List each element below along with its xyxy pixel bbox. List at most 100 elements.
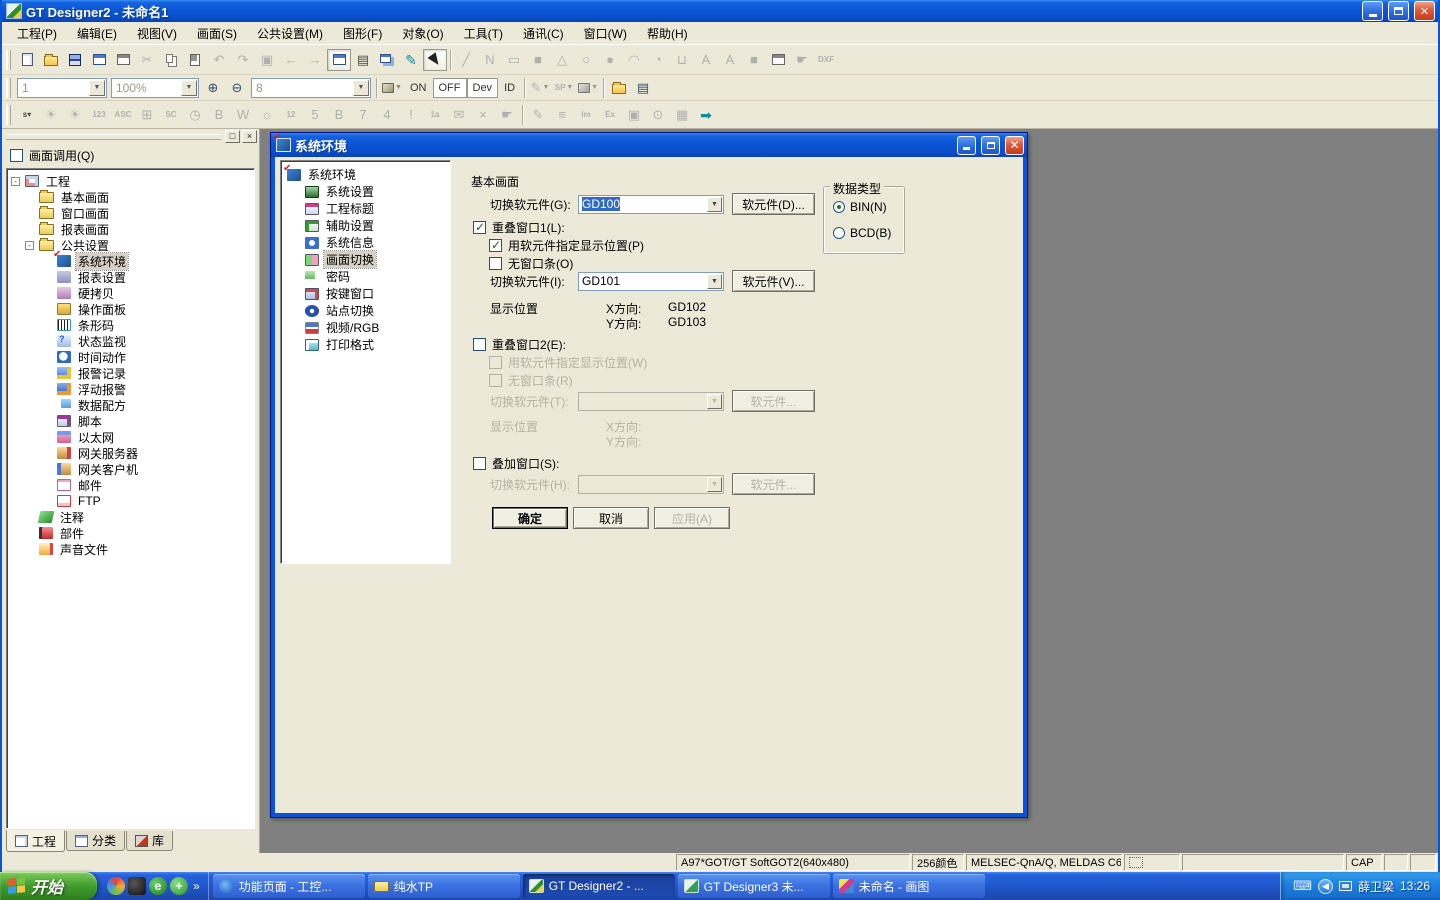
template-list-icon[interactable]: ▤ <box>351 49 375 71</box>
dialog-tree-item[interactable]: 站点切换 <box>281 302 450 319</box>
next-screen-icon[interactable]: ➡ <box>694 104 718 126</box>
back-icon[interactable]: ← <box>279 49 303 71</box>
menu-item[interactable]: 工程(P) <box>8 23 66 44</box>
logo-text-icon[interactable]: A <box>718 49 742 71</box>
select-cursor-icon[interactable] <box>423 49 447 71</box>
alarm-popup-icon[interactable]: 4 <box>375 104 399 126</box>
pen-icon[interactable]: ✎ <box>399 49 423 71</box>
paste-icon[interactable] <box>183 49 207 71</box>
messenger-icon[interactable] <box>107 877 125 895</box>
alarm-list-icon[interactable]: 7 <box>351 104 375 126</box>
undo-icon[interactable]: ↶ <box>207 49 231 71</box>
tree-item[interactable]: 数据配方 <box>7 397 254 413</box>
ellipse-icon[interactable]: ○ <box>574 49 598 71</box>
filled-ellipse-icon[interactable]: ● <box>598 49 622 71</box>
dev-button[interactable]: Dev <box>467 78 499 98</box>
taskbar-task-button[interactable]: 未命名 - 画图 <box>833 874 985 898</box>
tree-item[interactable]: 以太网 <box>7 429 254 445</box>
dxf-icon[interactable]: DXF <box>814 49 838 71</box>
fill-color-icon[interactable]: ▼ <box>380 77 404 99</box>
save-icon[interactable] <box>63 49 87 71</box>
screen-copy-icon[interactable] <box>111 49 135 71</box>
panel-tab[interactable]: 库 <box>126 831 173 851</box>
menu-item[interactable]: 编辑(E) <box>68 23 126 44</box>
overlap1-nobar-checkbox[interactable] <box>489 257 502 270</box>
export-icon[interactable]: Ex <box>598 104 622 126</box>
browser-icon[interactable]: e <box>149 877 167 895</box>
media-app-icon[interactable] <box>128 877 146 895</box>
paint-area-icon[interactable]: ■ <box>742 49 766 71</box>
menu-item[interactable]: 图形(F) <box>334 23 391 44</box>
radio-bin[interactable]: BIN(N) <box>833 200 887 214</box>
screen-number-combo[interactable]: 1▼ <box>17 78 107 98</box>
menu-item[interactable]: 公共设置(M) <box>248 23 332 44</box>
tree-expander[interactable]: - <box>25 241 34 250</box>
object-list-icon[interactable]: ≡ <box>550 104 574 126</box>
cut-icon[interactable]: ✂ <box>135 49 159 71</box>
tree-item[interactable]: - 工程 <box>7 173 254 189</box>
tree-item[interactable]: 报表画面 <box>7 221 254 237</box>
date-display-icon[interactable]: ⊞ <box>135 104 159 126</box>
dialog-close-button[interactable]: ✕ <box>1005 136 1024 155</box>
panel-tab[interactable]: 工程 <box>6 830 65 852</box>
overlap1-checkbox[interactable] <box>473 221 486 234</box>
zoom-out-icon[interactable]: ⊖ <box>225 77 249 99</box>
panel-float-button[interactable]: □ <box>225 130 240 143</box>
word-comment-icon[interactable]: W <box>231 104 255 126</box>
overlap1-pos-checkbox[interactable] <box>489 239 502 252</box>
menu-item[interactable]: 通讯(C) <box>514 23 573 44</box>
dialog-tree-item[interactable]: 工程标题 <box>281 200 450 217</box>
radio-icon[interactable] <box>833 201 845 213</box>
tree-item[interactable]: 基本画面 <box>7 189 254 205</box>
line-color-icon[interactable]: ✎▼ <box>528 77 552 99</box>
line-style-icon[interactable]: SP▼ <box>552 77 576 99</box>
scale-icon[interactable]: ⊔ <box>670 49 694 71</box>
toolbar-grip[interactable] <box>6 105 11 125</box>
hand-icon[interactable]: ☛ <box>790 49 814 71</box>
taskbar-task-button[interactable]: 纯水TP <box>368 874 520 898</box>
polygon-icon[interactable]: △ <box>550 49 574 71</box>
tree-item[interactable]: 报警记录 <box>7 365 254 381</box>
close-button[interactable]: ✕ <box>1414 1 1435 21</box>
chevron-down-icon[interactable]: ▼ <box>353 80 369 96</box>
antivirus-icon[interactable]: + <box>170 877 188 895</box>
screen-call-checkbox[interactable] <box>10 149 23 162</box>
tree-item[interactable]: 网关客户机 <box>7 461 254 477</box>
tree-item[interactable]: 时间动作 <box>7 349 254 365</box>
id-button[interactable]: ID <box>498 78 521 98</box>
radio-icon[interactable] <box>833 227 845 239</box>
grid-combo[interactable]: 8▼ <box>251 78 371 98</box>
taskbar-task-button[interactable]: GT Designer2 - ... <box>523 874 675 898</box>
bit-lamp-icon[interactable]: ☀ <box>39 104 63 126</box>
sector-icon[interactable]: ◔ <box>646 49 670 71</box>
data-list-icon[interactable]: 5 <box>303 104 327 126</box>
polyline-icon[interactable]: N <box>478 49 502 71</box>
tree-item[interactable]: 报表设置 <box>7 269 254 285</box>
radio-bcd[interactable]: BCD(B) <box>833 226 891 240</box>
taskbar-task-button[interactable]: GT Designer3 未... <box>678 874 830 898</box>
network-icon[interactable] <box>1339 881 1352 891</box>
tree-item[interactable]: 窗口画面 <box>7 205 254 221</box>
tree-item[interactable]: 条形码 <box>7 317 254 333</box>
screen-preview-icon[interactable]: ▣ <box>622 104 646 126</box>
panel-tab[interactable]: 分类 <box>66 831 125 851</box>
tray-clock[interactable]: 13:26 <box>1400 879 1430 893</box>
library-folder-icon[interactable] <box>607 77 631 99</box>
bit-comment-icon[interactable]: B <box>207 104 231 126</box>
hide-icons-chevron-icon[interactable]: ◀ <box>1318 879 1333 894</box>
string-display-icon[interactable]: SC <box>159 104 183 126</box>
tree-item[interactable]: 部件 <box>7 525 254 541</box>
object-select-icon[interactable]: s▾ <box>15 104 39 126</box>
ascii-display-icon[interactable]: ASC <box>111 104 135 126</box>
overlap1-switch-device-combo[interactable]: GD101 ▼ <box>578 272 724 291</box>
edit-vertices-icon[interactable]: ✎ <box>526 104 550 126</box>
open-icon[interactable] <box>39 49 63 71</box>
ok-button[interactable]: 确定 <box>492 507 568 529</box>
cascade-icon[interactable] <box>375 49 399 71</box>
dialog-tree-item[interactable]: 系统环境 <box>281 166 450 183</box>
base-switch-device-combo[interactable]: GD100 ▼ <box>578 195 724 214</box>
menu-item[interactable]: 帮助(H) <box>638 23 697 44</box>
forward-icon[interactable]: → <box>303 49 327 71</box>
screen-image-icon[interactable] <box>766 49 790 71</box>
copy-icon[interactable] <box>159 49 183 71</box>
